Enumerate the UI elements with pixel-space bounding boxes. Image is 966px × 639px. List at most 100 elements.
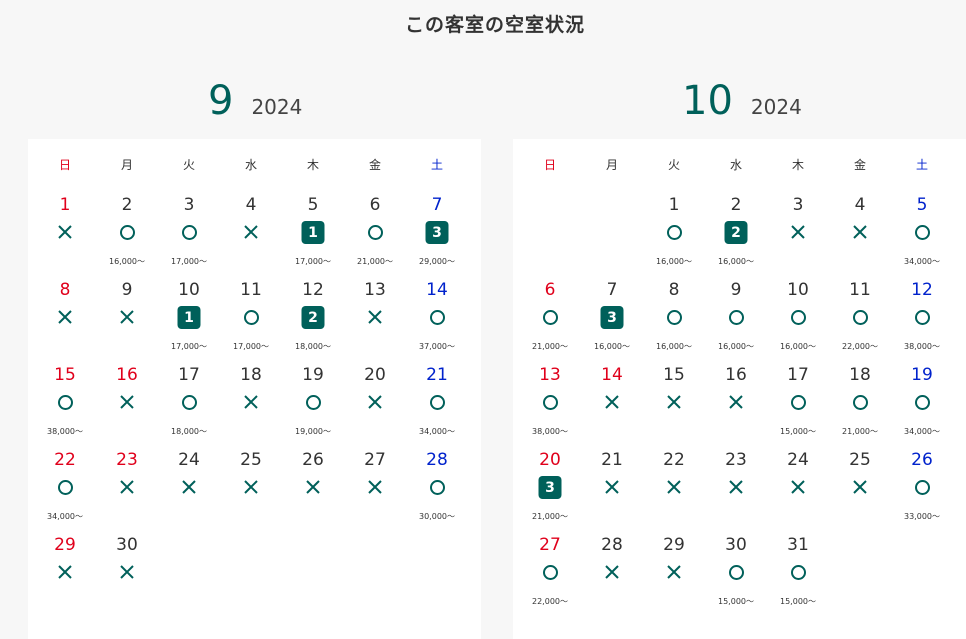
empty-day [829,534,891,619]
weekday-row: 日月火水木金土 [519,156,953,173]
weekday-label: 火 [667,158,680,172]
calendar-day: 16 [705,364,767,449]
week-row: 15 38,000～ 16 17 18,000～ 18 19 19,000～ 20 21 34,00… [34,364,468,449]
calendar-grid: 1 2 16,000～ 3 17,000～ 4 5 1 17,000～ 6 21,000～ 7 3 29,… [34,194,468,619]
price-label: 34,000～ [904,427,940,436]
available-circle-icon [426,306,448,328]
calendar-day[interactable]: 22 34,000～ [34,449,96,534]
available-circle-icon [663,221,685,243]
available-circle-icon [787,306,809,328]
day-number: 11 [240,280,262,300]
calendar-day: 24 [767,449,829,534]
available-circle-icon [54,476,76,498]
calendar-day[interactable]: 13 38,000～ [519,364,581,449]
unavailable-cross-icon [787,476,809,498]
price-label: 16,000～ [109,257,145,266]
calendar-day[interactable]: 2 2 16,000～ [705,194,767,279]
price-label: 18,000～ [295,342,331,351]
day-number: 13 [364,280,386,300]
day-number: 29 [663,535,685,555]
calendar-day: 29 [643,534,705,619]
remaining-rooms-badge: 2 [724,221,748,244]
day-number: 5 [307,195,319,215]
empty-day [158,534,220,619]
calendar-day: 3 [767,194,829,279]
day-number: 22 [663,450,685,470]
calendar-day[interactable]: 5 34,000～ [891,194,953,279]
calendar-day[interactable]: 15 38,000～ [34,364,96,449]
available-circle-icon [364,221,386,243]
day-number: 9 [121,280,133,300]
calendar-day[interactable]: 31 15,000～ [767,534,829,619]
available-circle-icon [240,306,262,328]
calendar-day: 8 [34,279,96,364]
calendar-day: 20 [344,364,406,449]
calendar-day[interactable]: 2 16,000～ [96,194,158,279]
weekday-label: 水 [729,158,742,172]
available-circle-icon [539,306,561,328]
calendar-day[interactable]: 26 33,000～ [891,449,953,534]
day-number: 7 [606,280,618,300]
calendar-day[interactable]: 11 17,000～ [220,279,282,364]
day-number: 7 [431,195,443,215]
calendar-day: 28 [581,534,643,619]
price-label: 16,000～ [656,342,692,351]
calendar-day[interactable]: 30 15,000～ [705,534,767,619]
day-number: 17 [787,365,809,385]
remaining-rooms-badge: 1 [177,306,201,329]
week-row: 13 38,000～ 14 15 16 17 15,000～ 18 21,000～ 19 34,00… [519,364,953,449]
calendar-day[interactable]: 12 38,000～ [891,279,953,364]
day-number: 27 [364,450,386,470]
calendar-day[interactable]: 7 3 16,000～ [581,279,643,364]
calendar-day[interactable]: 7 3 29,000～ [406,194,468,279]
day-number: 2 [730,195,742,215]
calendar-day[interactable]: 19 19,000～ [282,364,344,449]
calendar-day[interactable]: 20 3 21,000～ [519,449,581,534]
calendar-day[interactable]: 10 16,000～ [767,279,829,364]
unavailable-cross-icon [663,561,685,583]
day-number: 11 [849,280,871,300]
calendar-day[interactable]: 21 34,000～ [406,364,468,449]
day-number: 24 [178,450,200,470]
calendar-day[interactable]: 1 16,000～ [643,194,705,279]
calendar-day[interactable]: 6 21,000～ [519,279,581,364]
price-label: 17,000～ [171,342,207,351]
day-number: 9 [730,280,742,300]
calendar-day[interactable]: 17 18,000～ [158,364,220,449]
price-label: 34,000～ [904,257,940,266]
day-number: 25 [849,450,871,470]
calendar-day[interactable]: 5 1 17,000～ [282,194,344,279]
calendar-day[interactable]: 9 16,000～ [705,279,767,364]
available-circle-icon [725,306,747,328]
weekday-label: 木 [306,158,319,172]
remaining-rooms-badge: 3 [538,476,562,499]
week-row: 1 2 16,000～ 3 17,000～ 4 5 1 17,000～ 6 21,000～ 7 3 29,… [34,194,468,279]
calendar-day[interactable]: 12 2 18,000～ [282,279,344,364]
calendar-day[interactable]: 27 22,000～ [519,534,581,619]
unavailable-cross-icon [663,391,685,413]
calendar-day[interactable]: 3 17,000～ [158,194,220,279]
calendar-day[interactable]: 11 22,000～ [829,279,891,364]
unavailable-cross-icon [116,476,138,498]
calendar-day[interactable]: 8 16,000～ [643,279,705,364]
day-number: 10 [787,280,809,300]
day-number: 1 [59,195,71,215]
price-label: 16,000～ [594,342,630,351]
calendar-day[interactable]: 17 15,000～ [767,364,829,449]
calendar-day[interactable]: 28 30,000～ [406,449,468,534]
calendar-day[interactable]: 18 21,000～ [829,364,891,449]
calendar-day[interactable]: 14 37,000～ [406,279,468,364]
calendar-day[interactable]: 6 21,000～ [344,194,406,279]
price-label: 34,000～ [419,427,455,436]
day-number: 21 [426,365,448,385]
calendar-day[interactable]: 10 1 17,000～ [158,279,220,364]
available-circle-icon [911,306,933,328]
weekday-label: 金 [853,158,866,172]
day-number: 23 [725,450,747,470]
week-row: 1 16,000～ 2 2 16,000～ 3 4 5 34,000～ [519,194,953,279]
week-row: 22 34,000～ 23 24 25 26 27 28 30,000～ [34,449,468,534]
day-number: 15 [54,365,76,385]
page-title: この客室の空室状況 [404,14,585,36]
day-number: 14 [426,280,448,300]
calendar-day[interactable]: 19 34,000～ [891,364,953,449]
